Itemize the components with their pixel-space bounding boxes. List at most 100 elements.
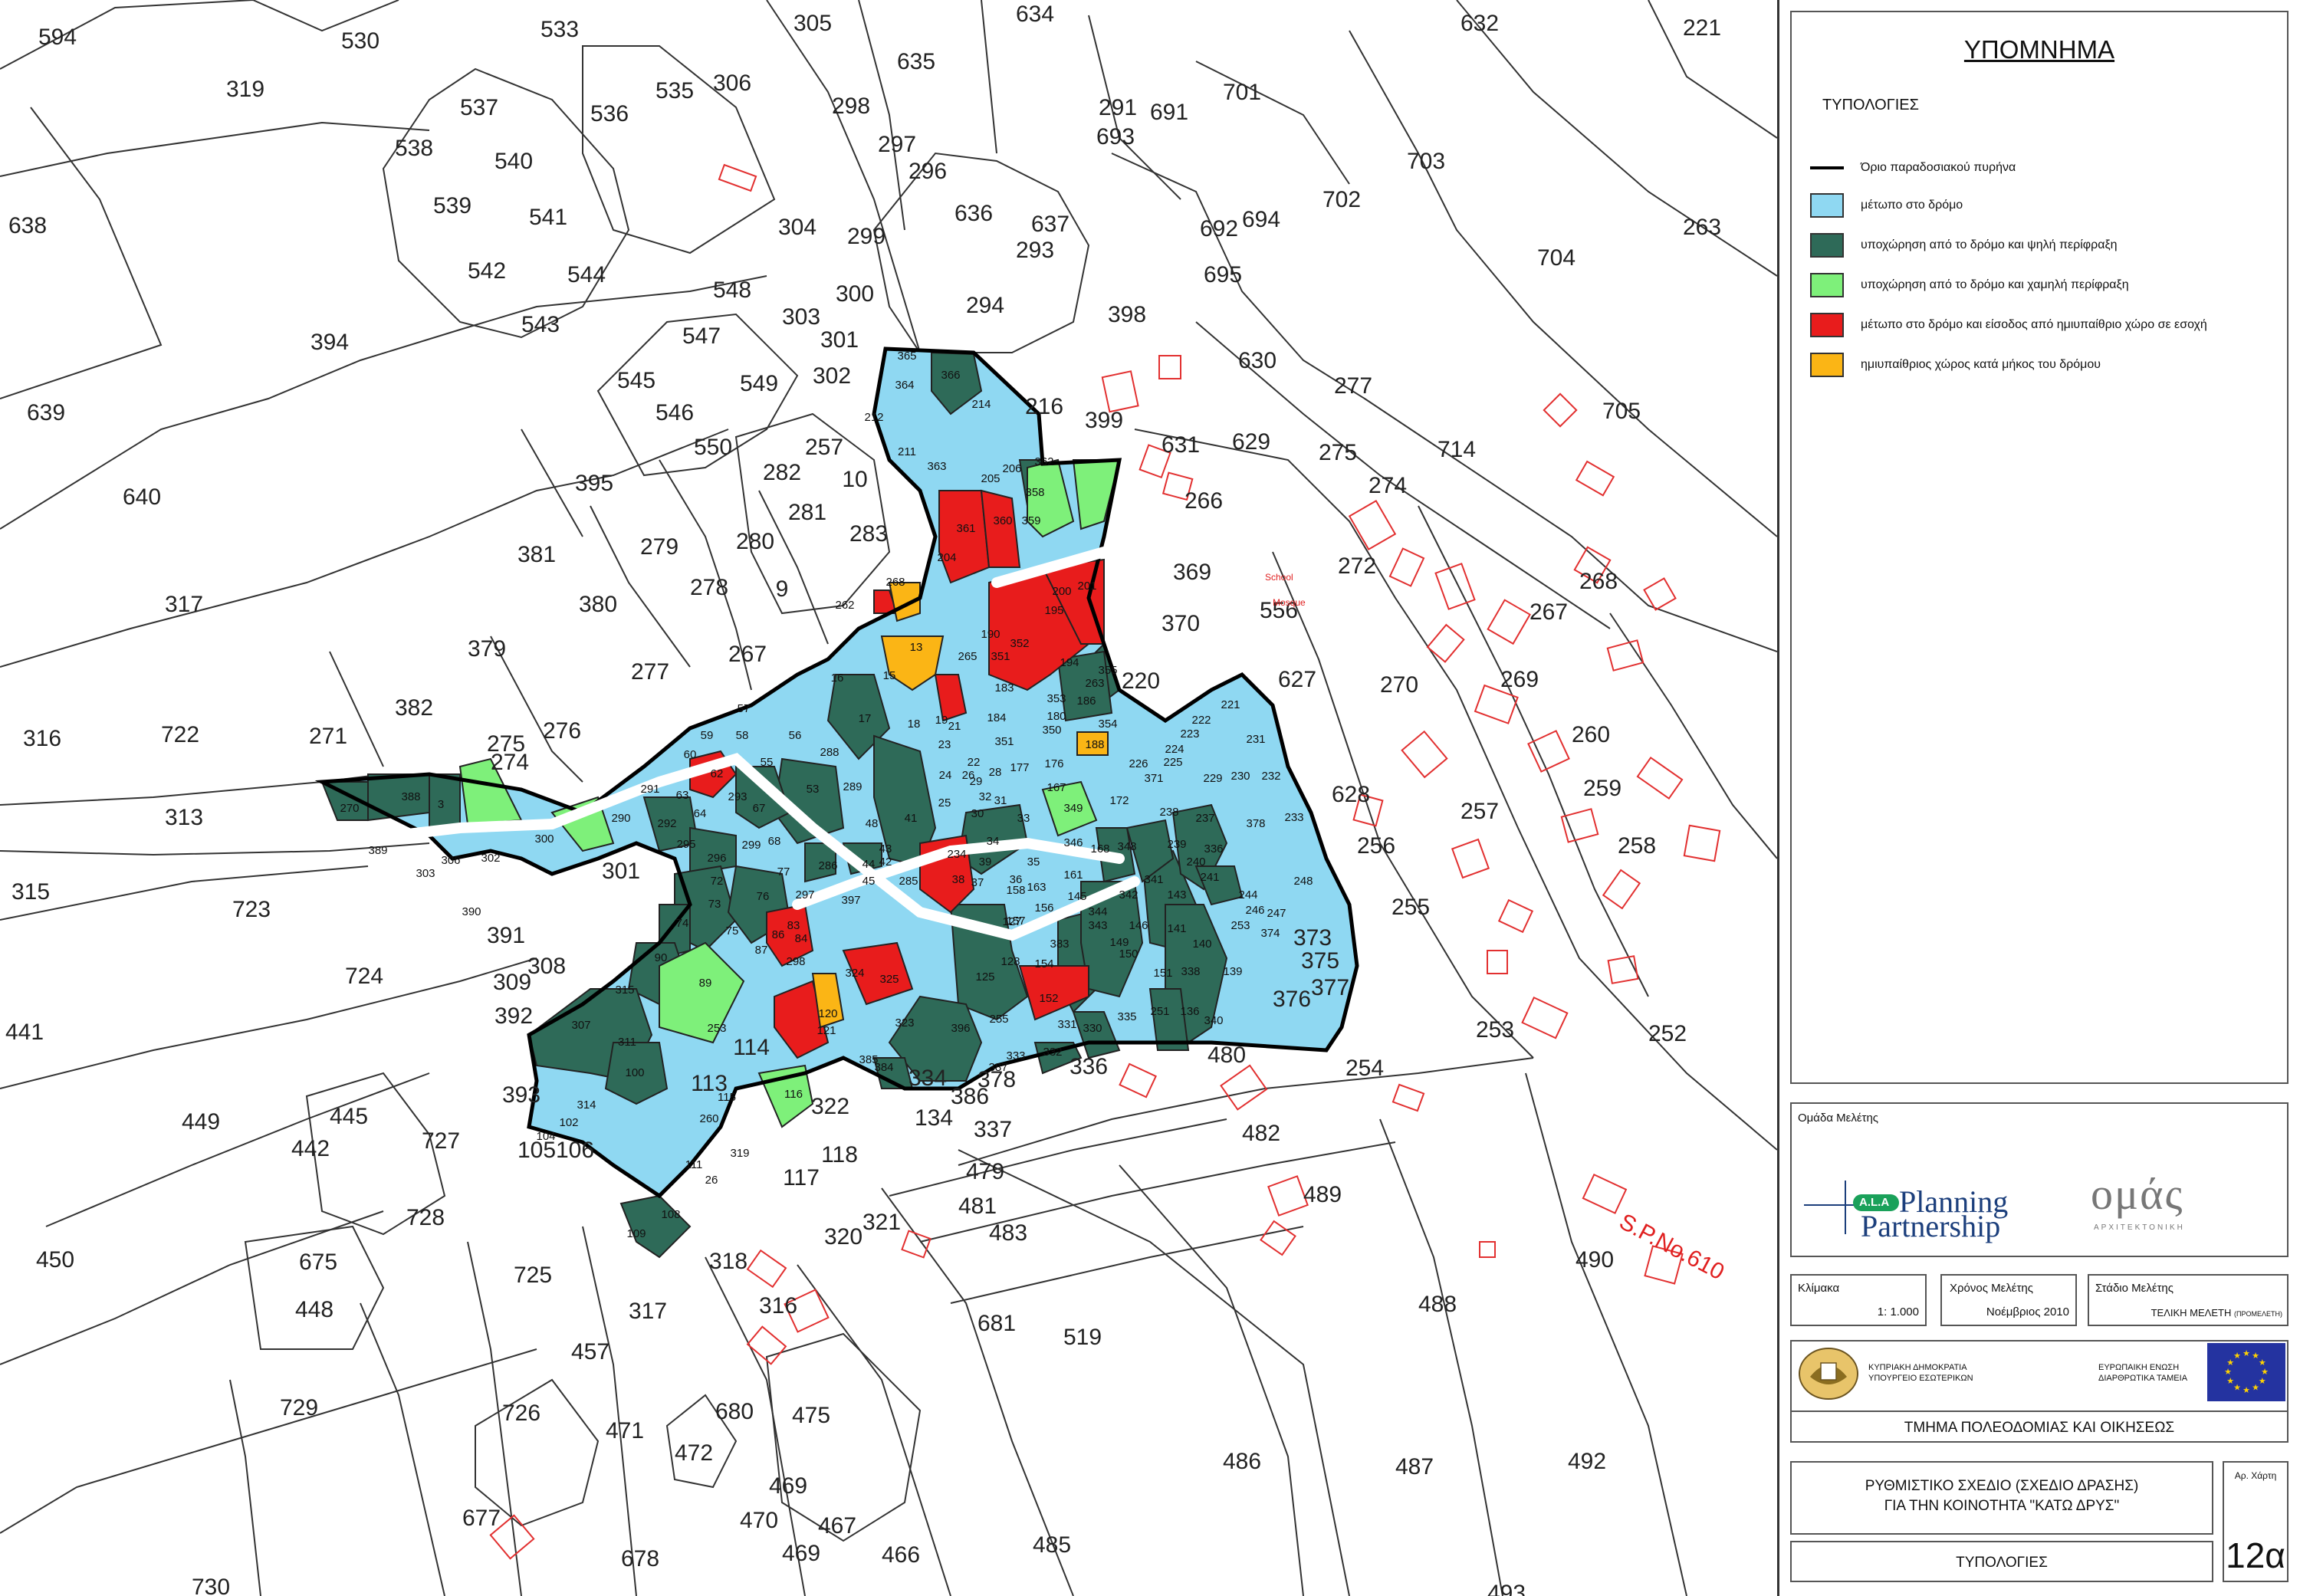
village-parcel-label: 241 xyxy=(1200,871,1219,884)
village-parcel-label: 314 xyxy=(577,1098,596,1112)
svg-text:★: ★ xyxy=(2252,1384,2259,1393)
village-parcel-label: 145 xyxy=(1067,890,1086,903)
legend-swatch xyxy=(1810,166,1844,169)
legend-swatch xyxy=(1810,233,1844,258)
department-name: ΤΜΗΜΑ ΠΟΛΕΟΔΟΜΙΑΣ ΚΑΙ ΟΙΚΗΣΕΩΣ xyxy=(1792,1410,2287,1437)
parcel-label: 277 xyxy=(1334,373,1372,399)
village-parcel-label: 212 xyxy=(864,411,883,424)
village-parcel-label: 231 xyxy=(1246,733,1265,746)
village-parcel-label: 201 xyxy=(1077,580,1096,593)
cyprus-emblem xyxy=(1796,1346,1861,1401)
parcel-label: 316 xyxy=(759,1293,797,1319)
authorities-box: ΚΥΠΡΙΑΚΗ ΔΗΜΟΚΡΑΤΙΑ ΥΠΟΥΡΓΕΙΟ ΕΣΩΤΕΡΙΚΩΝ… xyxy=(1790,1340,2288,1443)
village-parcel-label: 263 xyxy=(1085,677,1104,690)
scale-box: Κλίμακα 1: 1.000 xyxy=(1790,1274,1927,1326)
omas-logo-sub: ΑΡΧΙΤΕΚΤΟΝΙΚΗ xyxy=(2094,1223,2185,1232)
parcel-label: 398 xyxy=(1108,302,1146,327)
village-parcel-label: 136 xyxy=(1180,1005,1199,1018)
parcel-label: 255 xyxy=(1392,895,1430,920)
village-parcel-label: 311 xyxy=(618,1036,636,1049)
village-parcel-label: 349 xyxy=(1063,802,1083,815)
parcel-label: 313 xyxy=(165,805,203,830)
village-parcel-label: 22 xyxy=(968,756,981,769)
parcel-label: 481 xyxy=(958,1194,997,1219)
village-parcel-label: 18 xyxy=(908,718,921,731)
parcel-label: 269 xyxy=(1500,667,1539,692)
cyprus-republic: ΚΥΠΡΙΑΚΗ ΔΗΜΟΚΡΑΤΙΑ xyxy=(1868,1363,1967,1372)
village-parcel-label: 77 xyxy=(777,865,790,878)
parcel-label: 632 xyxy=(1460,11,1499,36)
parcel-label: 375 xyxy=(1301,948,1339,974)
village-parcel-label: 355 xyxy=(1098,664,1117,677)
village-parcel-label: 42 xyxy=(879,855,892,869)
village-parcel-label: 338 xyxy=(1181,965,1200,978)
parcel-label: 376 xyxy=(1273,987,1311,1012)
legend-box: ΥΠΟΜΝΗΜΑ ΤΥΠΟΛΟΓΙΕΣ Όριο παραδοσιακού πυ… xyxy=(1790,11,2288,1084)
village-parcel-label: 180 xyxy=(1046,710,1066,723)
village-parcel-label: 120 xyxy=(818,1007,837,1020)
village-parcel-label: 289 xyxy=(843,780,862,793)
parcel-label: 320 xyxy=(824,1224,863,1250)
parcel-label: 486 xyxy=(1223,1449,1261,1474)
parcel-label: 257 xyxy=(1460,799,1499,824)
legend-label: Όριο παραδοσιακού πυρήνα xyxy=(1861,161,2016,174)
parcel-label: 533 xyxy=(540,17,579,42)
parcel-label: 701 xyxy=(1223,80,1261,105)
parcel-label: 321 xyxy=(863,1210,901,1235)
village-parcel-label: 384 xyxy=(874,1061,893,1074)
parcel-label: 275 xyxy=(1319,440,1357,465)
village-parcel-label: 396 xyxy=(951,1022,970,1035)
village-parcel-label: 86 xyxy=(772,928,785,941)
village-parcel-label: 72 xyxy=(711,875,724,888)
village-parcel-label: 150 xyxy=(1119,947,1138,961)
parcel-label: 677 xyxy=(462,1506,501,1531)
village-parcel-label: 239 xyxy=(1167,838,1186,851)
parcel-label: 316 xyxy=(23,726,61,751)
village-parcel-label: 237 xyxy=(1195,812,1214,825)
village-parcel-label: 253 xyxy=(707,1022,726,1035)
parcel-label: 681 xyxy=(978,1311,1016,1336)
village-parcel-label: 58 xyxy=(736,729,749,742)
parcel-label: 283 xyxy=(849,521,888,547)
parcel-label: 722 xyxy=(161,722,199,747)
village-parcel-label: 359 xyxy=(1021,514,1040,527)
parcel-label: 480 xyxy=(1208,1043,1246,1068)
village-parcel-label: 121 xyxy=(816,1024,836,1037)
village-parcel-label: 297 xyxy=(795,888,814,901)
legend-item: υποχώρηση από το δρόμο και χαμηλή περίφρ… xyxy=(1810,270,2129,300)
svg-text:★: ★ xyxy=(2259,1358,2266,1368)
eu-flag: ★ ★ ★ ★ ★ ★ ★ ★ ★ ★ ★ ★ xyxy=(2207,1343,2285,1401)
village-parcel-label: 206 xyxy=(1002,462,1021,475)
parcel-label: 627 xyxy=(1278,667,1316,692)
parcel-label: 317 xyxy=(629,1299,667,1324)
village-parcel-label: 125 xyxy=(975,970,994,984)
parcel-label: 267 xyxy=(728,642,767,667)
parcel-label: 483 xyxy=(989,1220,1027,1246)
village-parcel-label: 33 xyxy=(1017,812,1030,825)
village-parcel-label: 348 xyxy=(1117,840,1136,853)
map-number-label: Αρ. Χάρτη xyxy=(2234,1470,2277,1481)
village-parcel-label: 161 xyxy=(1063,869,1083,882)
parcel-label: 220 xyxy=(1122,668,1160,694)
village-parcel-label: 67 xyxy=(753,802,766,815)
study-stage-value: ΤΕΛΙΚΗ ΜΕΛΕΤΗ xyxy=(2150,1307,2232,1319)
village-parcel-label: 292 xyxy=(657,817,676,830)
parcel-label: 392 xyxy=(495,1003,533,1029)
parcel-label: 490 xyxy=(1576,1247,1614,1273)
parcel-label: 266 xyxy=(1184,488,1223,514)
parcel-label: 309 xyxy=(493,970,531,995)
legend-swatch xyxy=(1810,313,1844,337)
legend-label: μέτωπο στο δρόμο και είσοδος από ημιυπαί… xyxy=(1861,318,2207,331)
village-parcel-label: 222 xyxy=(1191,714,1211,727)
study-year-label: Χρόνος Μελέτης xyxy=(1950,1282,2033,1295)
parcel-label: 639 xyxy=(27,400,65,425)
parcel-label: 714 xyxy=(1438,437,1476,462)
parcel-label: 694 xyxy=(1242,207,1280,232)
village-parcel-label: 19 xyxy=(935,714,948,727)
parcel-label: 279 xyxy=(640,534,678,560)
village-parcel-label: 64 xyxy=(694,807,707,820)
parcel-label: 638 xyxy=(8,213,47,238)
parcel-label: 544 xyxy=(567,262,606,287)
village-parcel-label: 288 xyxy=(820,746,839,759)
village-parcel-label: 168 xyxy=(1090,842,1109,855)
